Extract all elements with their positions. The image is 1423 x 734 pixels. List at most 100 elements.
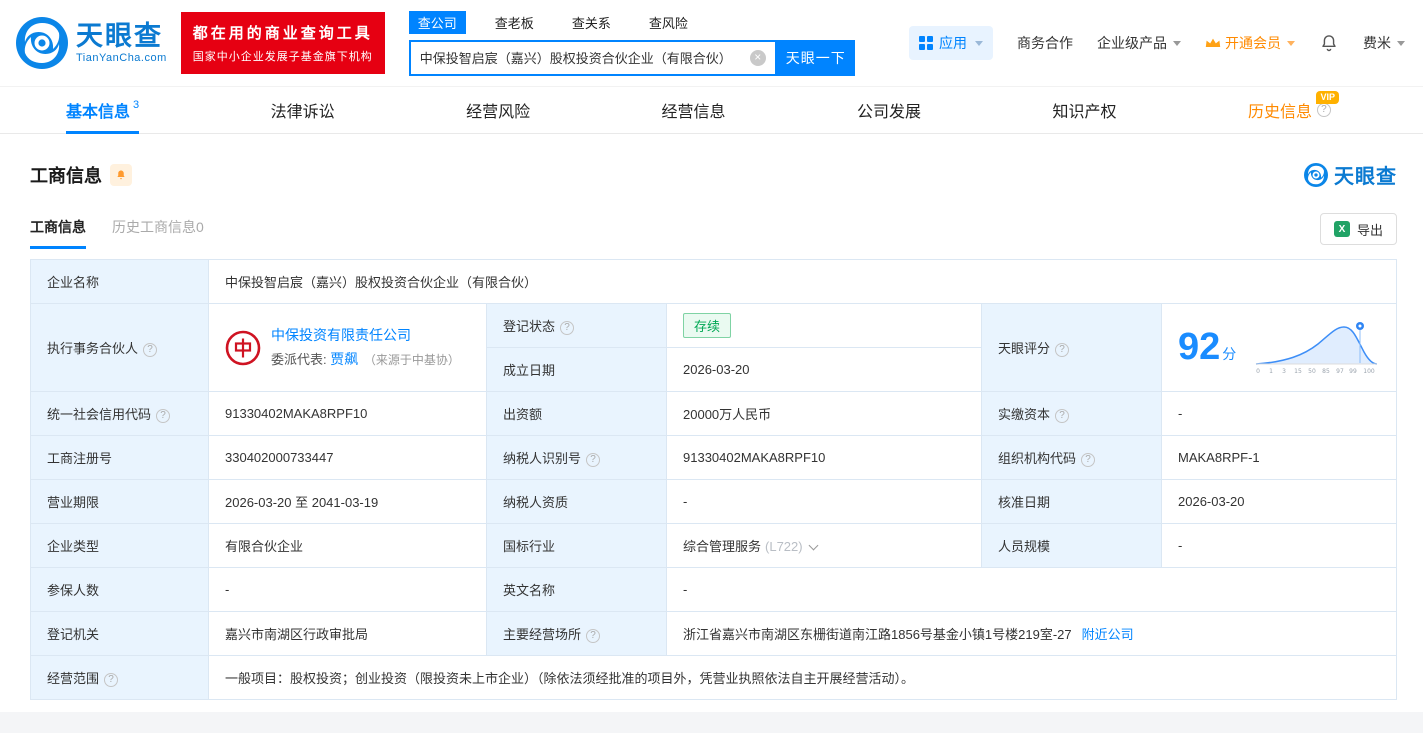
svg-text:97: 97 (1336, 368, 1344, 375)
search-tab-boss[interactable]: 查老板 (486, 11, 543, 34)
nav-business-cooperation[interactable]: 商务合作 (1017, 33, 1073, 53)
tab-company-development[interactable]: 公司发展 (857, 87, 921, 133)
tab-label: 知识产权 (1052, 104, 1117, 121)
rep-source: （来源于中基协） (363, 352, 460, 367)
paid-capital-value: - (1161, 391, 1397, 436)
help-icon[interactable] (104, 673, 119, 687)
reg-status-label: 登记状态 (486, 303, 667, 348)
tab-label: 基本信息 (66, 104, 131, 121)
tianyancha-watermark-icon (1304, 162, 1328, 187)
tianyancha-watermark: 天眼查 (1304, 160, 1397, 189)
chevron-down-icon[interactable] (808, 540, 819, 551)
rep-label: 委派代表: (271, 351, 327, 367)
export-label: 导出 (1356, 222, 1383, 238)
clear-icon[interactable] (749, 49, 766, 66)
term-label: 营业期限 (30, 479, 209, 524)
tax-quality-value: - (666, 479, 982, 524)
nearby-companies-link[interactable]: 附近公司 (1082, 627, 1134, 642)
svg-text:50: 50 (1308, 368, 1316, 375)
search-button[interactable]: 天眼一下 (776, 39, 855, 76)
tab-label: 经营信息 (661, 104, 726, 121)
header-right-nav: 应用 商务合作 企业级产品 开通会员 费米 (909, 26, 1405, 60)
tab-history-info[interactable]: VIP 历史信息 (1248, 87, 1339, 133)
partner-label: 执行事务合伙人 (30, 303, 209, 392)
subscribe-bell-icon[interactable] (110, 163, 132, 186)
chevron-down-icon (975, 40, 983, 46)
promo-line1: 都在用的商业查询工具 (192, 25, 373, 42)
help-icon[interactable] (586, 453, 601, 467)
apps-grid-icon (919, 36, 933, 50)
company-name-value: 中保投智启宸（嘉兴）股权投资合伙企业（有限合伙） (208, 259, 1397, 304)
capital-label: 出资额 (486, 391, 667, 436)
search-tab-relation[interactable]: 查关系 (563, 11, 620, 34)
tab-label: 经营风险 (466, 104, 531, 121)
table-row: 企业类型 有限合伙企业 国标行业 综合管理服务 (L722) 人员规模 - (30, 523, 1397, 568)
section-title: 工商信息 (30, 165, 102, 186)
help-icon[interactable] (143, 343, 158, 357)
table-row: 营业期限 2026-03-20 至 2041-03-19 纳税人资质 - 核准日… (30, 479, 1397, 524)
address-label: 主要经营场所 (486, 611, 667, 656)
status-badge: 存续 (683, 313, 732, 338)
nav-enterprise-products[interactable]: 企业级产品 (1097, 33, 1181, 53)
address-value: 浙江省嘉兴市南湖区东栅街道南江路1856号基金小镇1号楼219室-27 附近公司 (666, 611, 1397, 656)
company-type-label: 企业类型 (30, 523, 209, 568)
staff-size-label: 人员规模 (981, 523, 1162, 568)
search-block: 查公司 查老板 查关系 查风险 天眼一下 (408, 10, 855, 76)
help-icon[interactable] (1055, 409, 1070, 423)
tianyancha-logo[interactable]: 天眼查 TianYanCha.com (16, 17, 167, 69)
help-icon[interactable] (156, 409, 171, 423)
user-name: 费米 (1363, 35, 1391, 51)
credit-code-label: 统一社会信用代码 (30, 391, 209, 436)
reg-no-label: 工商注册号 (30, 435, 209, 480)
subtab-business-info[interactable]: 工商信息 (30, 217, 86, 249)
nav-vip-label: 开通会员 (1225, 35, 1281, 51)
chevron-down-icon (1173, 40, 1181, 46)
brand-domain: TianYanCha.com (76, 51, 167, 64)
tab-basic-info[interactable]: 基本信息 3 (66, 87, 140, 134)
tab-business-operation[interactable]: 经营信息 (662, 87, 726, 133)
company-type-value: 有限合伙企业 (208, 523, 487, 568)
help-icon[interactable] (586, 629, 601, 643)
scope-label: 经营范围 (30, 655, 209, 700)
tab-legal-proceedings[interactable]: 法律诉讼 (271, 87, 335, 133)
table-row: 参保人数 - 英文名称 - (30, 567, 1397, 612)
partner-value: 中保投资有限责任公司 委派代表: 贾飙 （来源于中基协） (208, 303, 487, 392)
page-bottom-strip (0, 712, 1423, 733)
credit-code-value: 91330402MAKA8RPF10 (208, 391, 487, 436)
help-icon[interactable] (1081, 453, 1096, 467)
org-code-label: 组织机构代码 (981, 435, 1162, 480)
help-icon[interactable] (1055, 343, 1070, 357)
help-icon[interactable] (1316, 103, 1331, 117)
help-icon[interactable] (560, 321, 575, 335)
search-box[interactable] (408, 39, 777, 76)
score-distribution-chart: 0 1 3 15 50 85 97 99 100 (1255, 321, 1378, 375)
nav-vip-upgrade[interactable]: 开通会员 (1205, 33, 1295, 53)
export-button[interactable]: 导出 (1319, 213, 1397, 245)
main-nav-tabs: 基本信息 3 法律诉讼 经营风险 经营信息 公司发展 知识产权 VIP 历史信息 (0, 86, 1423, 134)
industry-value: 综合管理服务 (L722) (666, 523, 982, 568)
tab-operation-risk[interactable]: 经营风险 (466, 87, 530, 133)
search-tab-company[interactable]: 查公司 (408, 10, 466, 34)
subtab-row: 工商信息 历史工商信息0 导出 (30, 213, 1397, 249)
tax-id-value: 91330402MAKA8RPF10 (666, 435, 982, 480)
svg-text:0: 0 (1256, 368, 1260, 375)
chevron-down-icon (1397, 40, 1405, 46)
search-input[interactable] (419, 50, 750, 65)
paid-capital-label: 实缴资本 (981, 391, 1162, 436)
term-value: 2026-03-20 至 2041-03-19 (208, 479, 487, 524)
subtab-history-business-info[interactable]: 历史工商信息0 (112, 217, 204, 249)
excel-icon (1333, 221, 1350, 237)
crown-icon (1205, 38, 1221, 47)
notification-bell-icon[interactable] (1319, 33, 1339, 53)
search-tab-risk[interactable]: 查风险 (640, 11, 697, 34)
apps-menu-button[interactable]: 应用 (909, 26, 993, 60)
apps-label: 应用 (939, 35, 967, 51)
promo-banner: 都在用的商业查询工具 国家中小企业发展子基金旗下机构 (180, 12, 385, 74)
rep-link[interactable]: 贾飙 (330, 351, 358, 367)
tab-intellectual-property[interactable]: 知识产权 (1052, 87, 1116, 133)
promo-line2: 国家中小企业发展子基金旗下机构 (192, 51, 373, 63)
approval-date-label: 核准日期 (981, 479, 1162, 524)
user-menu[interactable]: 费米 (1363, 33, 1405, 53)
partner-company-logo (225, 330, 261, 366)
partner-company-link[interactable]: 中保投资有限责任公司 (271, 327, 411, 343)
